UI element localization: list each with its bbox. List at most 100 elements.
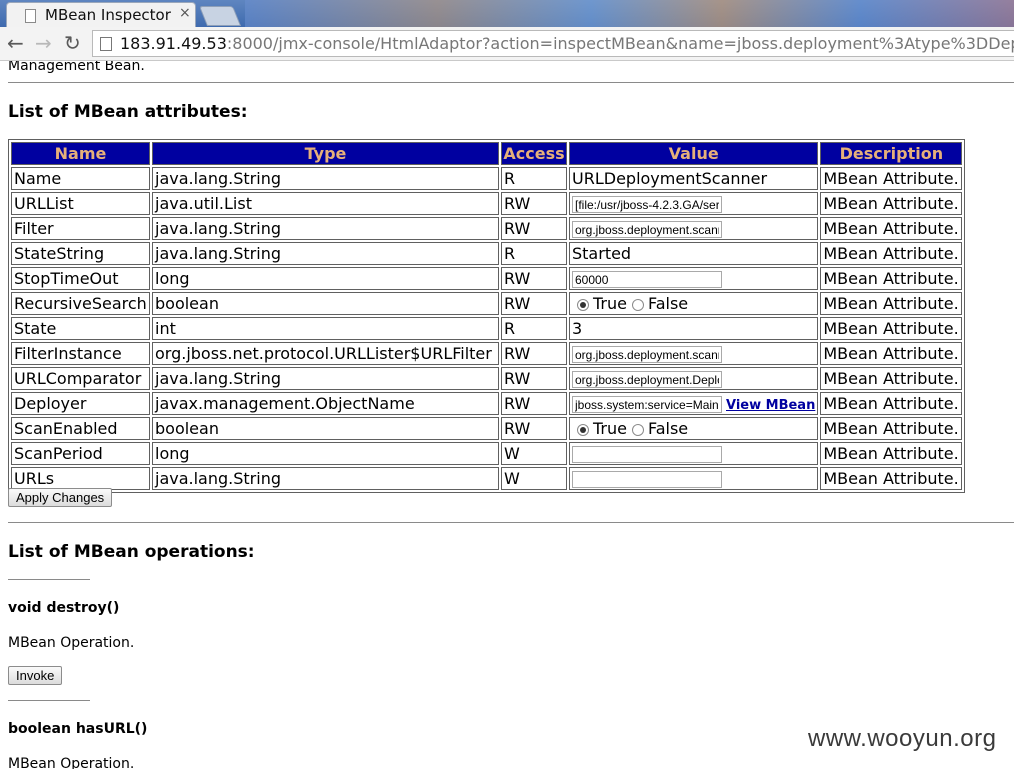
table-row: Filterjava.lang.StringRW MBean Attribute.	[11, 217, 963, 240]
attribute-name: StopTimeOut	[11, 267, 150, 290]
attribute-type: org.jboss.net.protocol.URLLister$URLFilt…	[152, 342, 499, 365]
attribute-access: RW	[501, 267, 567, 290]
attribute-value	[569, 342, 819, 365]
attribute-value	[569, 267, 819, 290]
attribute-name: ScanEnabled	[11, 417, 150, 440]
watermark: www.wooyun.org	[808, 725, 997, 752]
table-row: StateString java.lang.String R Started MBean…	[11, 242, 963, 265]
attribute-type: java.lang.String	[152, 167, 499, 190]
attribute-value: True False	[569, 417, 819, 440]
close-tab-icon[interactable]: ×	[179, 5, 191, 21]
operation-description: MBean Operation.	[8, 756, 135, 769]
attribute-type: int	[152, 317, 499, 340]
attribute-value	[569, 367, 819, 390]
attribute-type: boolean	[152, 292, 499, 315]
attribute-access: RW	[501, 417, 567, 440]
attribute-value-input[interactable]	[572, 371, 722, 388]
address-bar[interactable]: 183.91.49.53:8000/jmx-console/HtmlAdapto…	[92, 30, 1014, 57]
forward-arrow-icon[interactable]: →	[35, 31, 52, 55]
true-radio-label: True	[593, 294, 627, 313]
true-radio[interactable]	[577, 423, 589, 436]
false-radio[interactable]	[631, 423, 644, 436]
table-row: Deployerjavax.management.ObjectNameRW Vie…	[11, 392, 963, 415]
new-tab-button[interactable]	[198, 6, 242, 26]
attribute-description: MBean Attribute.	[820, 392, 963, 415]
table-row: State int R 3 MBean Attribute.	[11, 317, 963, 340]
operation-divider	[8, 700, 90, 701]
attribute-value: True False	[569, 292, 819, 315]
attribute-access: RW	[501, 292, 567, 315]
attribute-value-input[interactable]	[572, 271, 722, 288]
attribute-value: View MBean	[569, 392, 819, 415]
attribute-description: MBean Attribute.	[820, 192, 963, 215]
attribute-value	[569, 217, 819, 240]
table-row: URLComparatorjava.lang.StringRW MBean Att…	[11, 367, 963, 390]
attribute-access: R	[501, 317, 567, 340]
false-radio[interactable]	[631, 298, 644, 311]
attribute-type: javax.management.ObjectName	[152, 392, 499, 415]
page-content: Management Bean. List of MBean attribute…	[0, 61, 1014, 769]
attribute-description: MBean Attribute.	[820, 367, 963, 390]
attribute-name: StateString	[11, 242, 150, 265]
attribute-name: Deployer	[11, 392, 150, 415]
attribute-access: RW	[501, 367, 567, 390]
operation-divider	[8, 579, 90, 580]
attribute-value-input[interactable]	[572, 446, 722, 463]
attribute-description: MBean Attribute.	[820, 242, 963, 265]
table-row: StopTimeOutlongRW MBean Attribute.	[11, 267, 963, 290]
attribute-value-input[interactable]	[572, 396, 722, 413]
false-radio-label: False	[647, 419, 689, 438]
view-mbean-link[interactable]: View MBean	[726, 398, 815, 413]
page-favicon-icon	[25, 9, 36, 23]
browser-tab-strip: MBean Inspector ×	[0, 0, 1014, 27]
attribute-access: W	[501, 467, 567, 490]
back-arrow-icon[interactable]: ←	[7, 31, 24, 55]
table-header-row: Name Type Access Value Description	[11, 142, 963, 165]
attribute-name: URLList	[11, 192, 150, 215]
table-row: URLListjava.util.ListRW MBean Attribute.	[11, 192, 963, 215]
attribute-description: MBean Attribute.	[820, 267, 963, 290]
true-radio[interactable]	[577, 298, 589, 311]
attribute-value-input[interactable]	[572, 471, 722, 488]
attribute-value-input[interactable]	[572, 221, 722, 238]
table-row: URLs java.lang.String W MBean Attribute.	[11, 467, 963, 490]
operation-signature: boolean hasURL()	[8, 721, 148, 737]
divider	[8, 82, 1014, 83]
reload-icon[interactable]: ↻	[64, 31, 81, 55]
column-header-type: Type	[152, 142, 499, 165]
attribute-value: Started	[569, 242, 819, 265]
divider	[8, 522, 1014, 523]
attribute-name: Filter	[11, 217, 150, 240]
attribute-access: RW	[501, 342, 567, 365]
attribute-access: RW	[501, 217, 567, 240]
false-radio-label: False	[647, 294, 689, 313]
attribute-value-input[interactable]	[572, 196, 722, 213]
attribute-name: URLs	[11, 467, 150, 490]
attributes-table-body: Name java.lang.String R URLDeploymentScanne…	[11, 167, 963, 490]
attribute-name: FilterInstance	[11, 342, 150, 365]
navigation-bar: ← → ↻ 183.91.49.53:8000/jmx-console/Html…	[0, 27, 1014, 61]
attribute-value: 3	[569, 317, 819, 340]
browser-tab[interactable]: MBean Inspector ×	[6, 2, 196, 27]
attribute-access: R	[501, 242, 567, 265]
attribute-type: java.lang.String	[152, 367, 499, 390]
attribute-description: MBean Attribute.	[820, 342, 963, 365]
url-host: 183.91.49.53	[120, 34, 227, 53]
attribute-name: RecursiveSearch	[11, 292, 150, 315]
attribute-value-input[interactable]	[572, 346, 722, 363]
attribute-value: URLDeploymentScanner	[569, 167, 819, 190]
attributes-heading: List of MBean attributes:	[8, 102, 248, 122]
column-header-access: Access	[501, 142, 567, 165]
table-row: RecursiveSearch boolean RW True False MBean A…	[11, 292, 963, 315]
operation-signature: void destroy()	[8, 600, 120, 616]
attribute-description: MBean Attribute.	[820, 217, 963, 240]
attribute-value	[569, 192, 819, 215]
mbean-description: Management Bean.	[8, 61, 145, 74]
attribute-value	[569, 442, 819, 465]
invoke-button[interactable]: Invoke	[8, 666, 63, 685]
attribute-access: W	[501, 442, 567, 465]
apply-changes-button[interactable]: Apply Changes	[8, 488, 113, 507]
attribute-description: MBean Attribute.	[820, 167, 963, 190]
attribute-type: boolean	[152, 417, 499, 440]
table-row: ScanPeriod long W MBean Attribute.	[11, 442, 963, 465]
